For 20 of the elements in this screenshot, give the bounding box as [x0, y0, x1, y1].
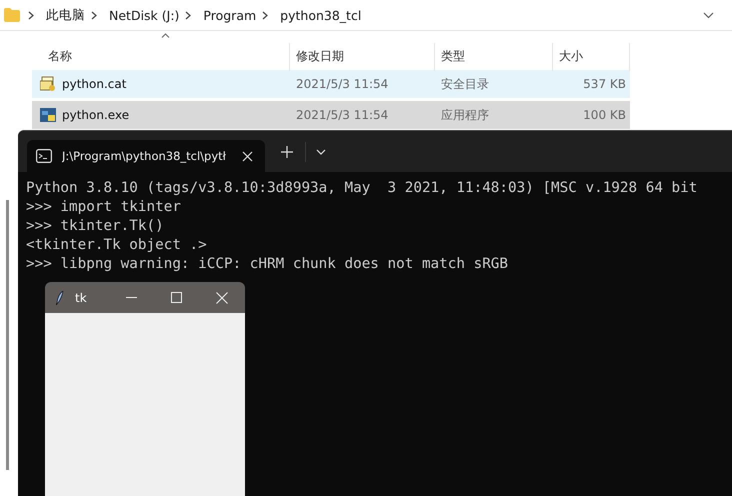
file-size: 100 KB — [582, 108, 627, 122]
console-line: >>> libpng warning: iCCP: cHRM chunk does not match sRGB — [26, 255, 510, 274]
file-size: 537 KB — [582, 77, 627, 91]
modified-date: 2021/5/3 11:54 — [295, 77, 390, 91]
file-row[interactable]: python.cat 2021/5/3 11:54 安全目录 537 KB — [32, 70, 630, 98]
file-type: 安全目录 — [440, 76, 490, 92]
breadcrumb-item[interactable]: Program — [203, 8, 256, 22]
console-line: >>> tkinter.Tk() — [26, 217, 165, 236]
breadcrumb-item[interactable]: 此电脑 — [46, 6, 85, 24]
console-line: >>> import tkinter — [26, 198, 182, 217]
file-name: python.cat — [62, 77, 126, 91]
file-name: python.exe — [62, 108, 130, 122]
modified-date: 2021/5/3 11:54 — [295, 108, 390, 122]
breadcrumb-item[interactable]: NetDisk (J:) — [109, 8, 180, 22]
file-row[interactable]: python.exe 2021/5/3 11:54 应用程序 100 KB — [32, 101, 630, 129]
console-line: <tkinter.Tk object .> — [26, 236, 208, 255]
breadcrumb-item[interactable]: python38_tcl — [280, 8, 362, 22]
file-type: 应用程序 — [440, 106, 490, 124]
window-title: tk — [75, 290, 87, 304]
console-line: Python 3.8.10 (tags/v3.8.10:3d8993a, May 3 2021, 11:48:03) [MSC v.1928 64 bit — [26, 179, 698, 198]
